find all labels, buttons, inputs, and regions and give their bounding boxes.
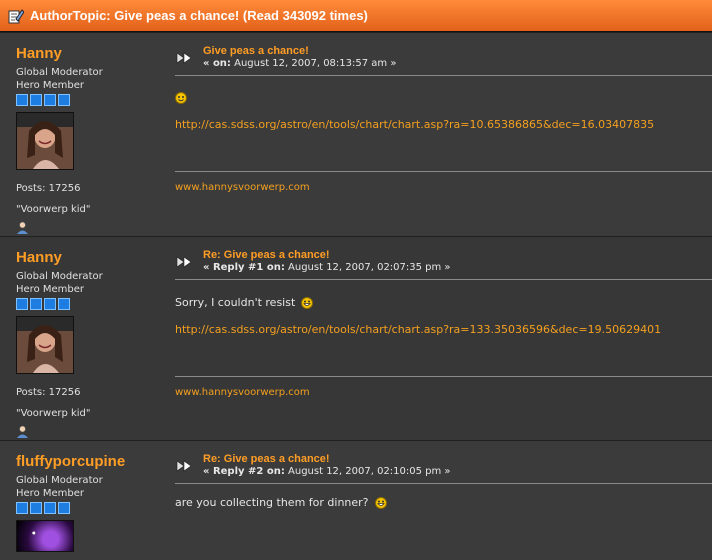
post-header: Give peas a chance! « on: August 12, 200… xyxy=(175,45,712,69)
post-count: Posts: 17256 xyxy=(16,183,81,194)
topic-title: AuthorTopic: Give peas a chance! (Read 3… xyxy=(30,8,368,23)
star-icon xyxy=(16,502,28,514)
poster-name[interactable]: fluffyporcupine xyxy=(16,453,169,470)
poster-rank: Hero Member xyxy=(16,80,84,91)
star-icon xyxy=(44,94,56,106)
topic-header-bar: AuthorTopic: Give peas a chance! (Read 3… xyxy=(0,0,712,32)
poster-name[interactable]: Hanny xyxy=(16,249,169,266)
star-icon xyxy=(30,298,42,310)
post-link[interactable]: http://cas.sdss.org/astro/en/tools/chart… xyxy=(175,323,712,336)
post-body xyxy=(175,92,712,104)
post-content: Re: Give peas a chance! « Reply #2 on: A… xyxy=(169,441,712,560)
star-icon xyxy=(16,94,28,106)
star-icon xyxy=(58,502,70,514)
post-date: August 12, 2007, 08:13:57 am » xyxy=(234,58,397,69)
post-date: August 12, 2007, 02:10:05 pm » xyxy=(288,466,451,477)
signature-link[interactable]: www.hannysvoorwerp.com xyxy=(175,182,712,193)
star-icon xyxy=(16,298,28,310)
post-meta: « Reply #2 on: August 12, 2007, 02:10:05… xyxy=(203,466,451,477)
post-subject-link[interactable]: Re: Give peas a chance! xyxy=(203,249,451,261)
profile-user-icon[interactable] xyxy=(16,221,29,234)
post-body: are you collecting them for dinner? xyxy=(175,496,712,509)
signature-link[interactable]: www.hannysvoorwerp.com xyxy=(175,387,712,398)
smiley-icon xyxy=(175,92,187,104)
poster-group: Global Moderator xyxy=(16,67,103,78)
post-body-text: Sorry, I couldn't resist xyxy=(175,296,296,309)
poster-info: Hanny Global Moderator Hero Member Posts… xyxy=(0,33,169,236)
poster-group: Global Moderator xyxy=(16,271,103,282)
post-1: Hanny Global Moderator Hero Member Posts… xyxy=(0,32,712,236)
poster-rank: Hero Member xyxy=(16,284,84,295)
avatar xyxy=(16,520,74,552)
post-count: Posts: 17256 xyxy=(16,387,81,398)
rank-stars xyxy=(16,298,169,310)
post-body-text: are you collecting them for dinner? xyxy=(175,496,369,509)
signature-divider xyxy=(175,376,712,377)
post-date: August 12, 2007, 02:07:35 pm » xyxy=(288,262,451,273)
poster-info: fluffyporcupine Global Moderator Hero Me… xyxy=(0,441,169,560)
post-header: Re: Give peas a chance! « Reply #1 on: A… xyxy=(175,249,712,273)
header-divider xyxy=(175,75,712,76)
star-icon xyxy=(58,94,70,106)
post-subject-link[interactable]: Re: Give peas a chance! xyxy=(203,453,451,465)
personal-text: "Voorwerp kid" xyxy=(16,408,91,419)
star-icon xyxy=(44,502,56,514)
post-3: fluffyporcupine Global Moderator Hero Me… xyxy=(0,440,712,560)
header-divider xyxy=(175,483,712,484)
rank-stars xyxy=(16,502,169,514)
double-arrow-icon xyxy=(176,256,192,268)
edit-page-icon xyxy=(8,8,24,23)
avatar xyxy=(16,112,74,170)
avatar xyxy=(16,316,74,374)
star-icon xyxy=(30,502,42,514)
smiley-icon xyxy=(301,296,314,309)
poster-group: Global Moderator xyxy=(16,475,103,486)
post-meta: « on: August 12, 2007, 08:13:57 am » xyxy=(203,58,396,69)
meta-prefix: « on: xyxy=(203,58,231,69)
post-2: Hanny Global Moderator Hero Member Posts… xyxy=(0,236,712,440)
post-content: Re: Give peas a chance! « Reply #1 on: A… xyxy=(169,237,712,440)
double-arrow-icon xyxy=(176,460,192,472)
smiley-icon xyxy=(374,496,387,509)
post-link[interactable]: http://cas.sdss.org/astro/en/tools/chart… xyxy=(175,118,712,131)
profile-user-icon[interactable] xyxy=(16,425,29,438)
double-arrow-icon xyxy=(176,52,192,64)
star-icon xyxy=(30,94,42,106)
meta-prefix: « Reply #2 on: xyxy=(203,466,285,477)
poster-rank: Hero Member xyxy=(16,488,84,499)
post-meta: « Reply #1 on: August 12, 2007, 02:07:35… xyxy=(203,262,451,273)
poster-name[interactable]: Hanny xyxy=(16,45,169,62)
star-icon xyxy=(44,298,56,310)
post-content: Give peas a chance! « on: August 12, 200… xyxy=(169,33,712,236)
poster-info: Hanny Global Moderator Hero Member Posts… xyxy=(0,237,169,440)
author-column-label: Author xyxy=(30,8,73,23)
post-body: Sorry, I couldn't resist xyxy=(175,296,712,309)
topic-title-text: Topic: Give peas a chance! (Read 343092 … xyxy=(72,8,368,23)
meta-prefix: « Reply #1 on: xyxy=(203,262,285,273)
personal-text: "Voorwerp kid" xyxy=(16,204,91,215)
post-subject-link[interactable]: Give peas a chance! xyxy=(203,45,396,57)
post-header: Re: Give peas a chance! « Reply #2 on: A… xyxy=(175,453,712,477)
signature-divider xyxy=(175,171,712,172)
header-divider xyxy=(175,279,712,280)
star-icon xyxy=(58,298,70,310)
rank-stars xyxy=(16,94,169,106)
